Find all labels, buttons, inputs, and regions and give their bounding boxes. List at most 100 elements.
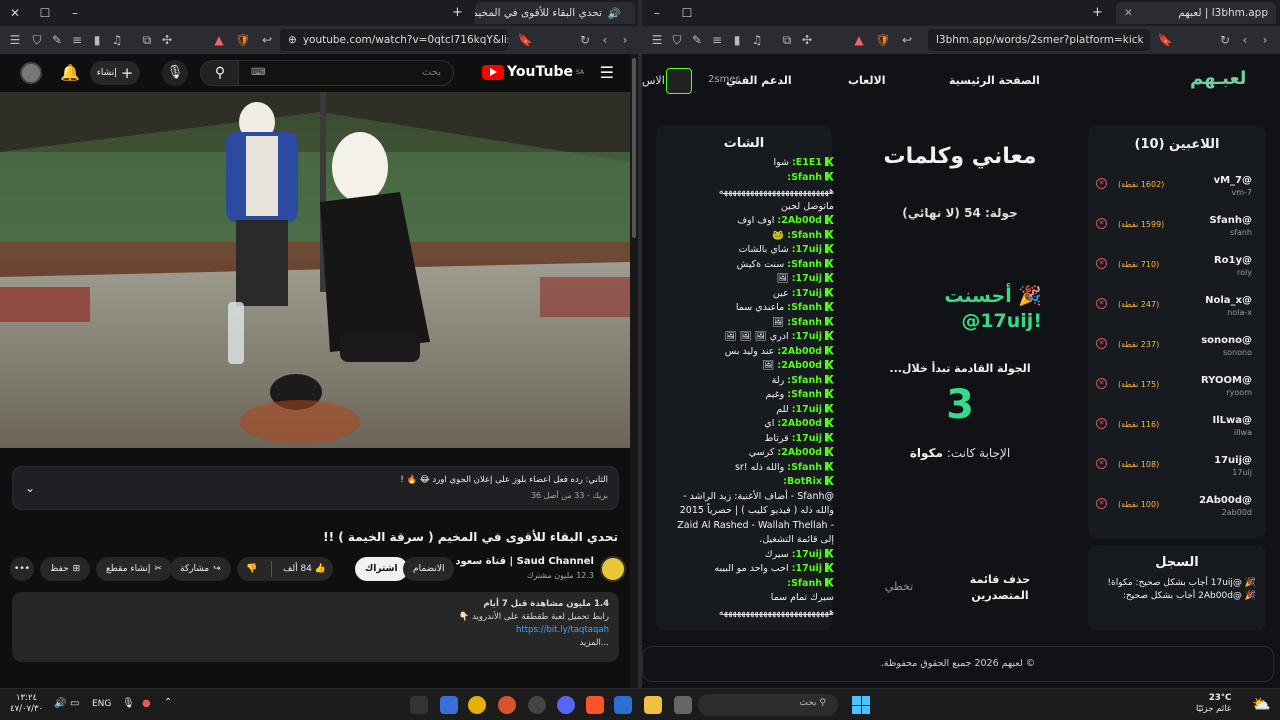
music-icon[interactable]: ♫ [748, 31, 766, 49]
tab-youtube[interactable]: 🔊 تحدي البقاء للأقوى في المخيم ( ✕ [475, 2, 635, 24]
reload-icon[interactable]: ↻ [1216, 31, 1234, 49]
bookmark-list-icon[interactable]: ≡ [708, 31, 726, 49]
microphone-icon[interactable]: 🎙 [122, 698, 135, 709]
epic-games-icon[interactable] [410, 696, 428, 714]
like-button[interactable]: 👍 84 ألف [276, 564, 333, 574]
extension-icon[interactable]: ✎ [688, 31, 706, 49]
nav-more[interactable]: الاس [642, 74, 665, 87]
remove-player-icon[interactable]: ✕ [1096, 498, 1107, 509]
minimize-icon[interactable]: – [60, 6, 90, 20]
search-button[interactable]: ⚲ [200, 60, 240, 86]
close-window-icon[interactable]: ✕ [0, 6, 30, 20]
music-icon[interactable]: ♫ [108, 31, 126, 49]
brave-rewards-icon[interactable]: ▲ [210, 31, 228, 49]
search-input[interactable]: ⌨ بحث [238, 60, 454, 86]
remove-player-icon[interactable]: ✕ [1096, 418, 1107, 429]
reload-icon[interactable]: ↻ [576, 31, 594, 49]
new-tab-icon[interactable]: + [452, 5, 463, 20]
maximize-icon[interactable]: ☐ [30, 6, 60, 20]
taskview-icon[interactable] [674, 696, 692, 714]
remove-player-icon[interactable]: ✕ [1096, 378, 1107, 389]
remove-player-icon[interactable]: ✕ [1096, 298, 1107, 309]
chat-username[interactable]: Sfanh: [787, 259, 822, 270]
store-icon[interactable] [614, 696, 632, 714]
chat-username[interactable]: 17uij: [792, 549, 822, 560]
channel-avatar[interactable] [600, 556, 626, 582]
pinned-comment-banner[interactable]: ⌄ الثاني: رده فعل اعضاء بلوز على إعلان ا… [12, 466, 619, 510]
description-link[interactable]: https://bit.ly/taqtaqah [22, 624, 609, 637]
page-scrollbar[interactable] [630, 54, 638, 688]
chat-username[interactable]: Sfanh: [787, 375, 822, 386]
chat-username[interactable]: 17uij: [792, 563, 822, 574]
address-bar[interactable]: ⊕ youtube.com/watch?v=0qtcl716kqY&list=.… [280, 29, 508, 51]
chat-username[interactable]: Sfanh: [787, 389, 822, 400]
chat-username[interactable]: 2Ab00d: [777, 346, 822, 357]
sidebar-icon[interactable]: ▮ [728, 31, 746, 49]
chat-username[interactable]: 17uij: [792, 273, 822, 284]
language-indicator[interactable]: ENG [92, 699, 111, 709]
file-explorer-icon[interactable] [644, 696, 662, 714]
avatar[interactable] [20, 62, 42, 84]
weather-widget[interactable]: 23°C غائم جزئيًا [1196, 693, 1231, 715]
volume-icon[interactable]: 🔊 [54, 698, 66, 709]
chat-username[interactable]: 17uij: [792, 404, 822, 415]
chat-username[interactable]: Sfanh: [787, 578, 822, 589]
notifications-bell-icon[interactable]: 🔔 [60, 63, 80, 82]
recording-icon[interactable]: ● [142, 698, 151, 709]
brave-shield-icon[interactable]: 🛡 [874, 31, 892, 49]
brave-rewards-icon[interactable]: ▲ [850, 31, 868, 49]
share-button[interactable]: ↪ مشاركة [170, 557, 231, 581]
taskbar-search[interactable]: ⚲ بحث [698, 694, 838, 716]
save-button[interactable]: ⊞ حفظ [40, 557, 91, 581]
site-logo[interactable]: لعبـهم [1190, 68, 1246, 89]
dislike-button[interactable]: 👎 [237, 564, 267, 574]
chat-username[interactable]: 17uij: [792, 331, 822, 342]
chevron-up-icon[interactable]: ⌃ [164, 697, 172, 708]
nav-support[interactable]: الدعم الفني [726, 74, 792, 87]
shield-app-icon[interactable] [440, 696, 458, 714]
nav-games[interactable]: الالعاب [848, 74, 886, 87]
microphone-icon[interactable]: 🎙 [162, 60, 188, 86]
skip-button[interactable]: تخطي [876, 580, 922, 593]
discord-icon[interactable] [557, 696, 575, 714]
chat-username[interactable]: Sfanh: [787, 172, 822, 183]
hamburger-menu-icon[interactable]: ☰ [600, 63, 614, 82]
more-actions-button[interactable]: ••• [10, 557, 34, 581]
channel-name[interactable]: Saud Channel | قناة سعود [455, 556, 594, 567]
windows-start-icon[interactable] [852, 696, 870, 714]
app-icon[interactable] [498, 696, 516, 714]
remove-player-icon[interactable]: ✕ [1096, 258, 1107, 269]
share-link-icon[interactable]: ↩ [898, 31, 916, 49]
new-tab-icon[interactable]: + [1092, 5, 1103, 20]
shield-icon[interactable]: ⛉ [668, 31, 686, 49]
sidebar-icon[interactable]: ▮ [88, 31, 106, 49]
forward-icon[interactable]: › [616, 31, 634, 49]
chevron-down-icon[interactable]: ⌄ [25, 481, 35, 495]
join-button[interactable]: الانضمام [403, 557, 455, 581]
remove-player-icon[interactable]: ✕ [1096, 178, 1107, 189]
chat-username[interactable]: Sfanh: [787, 462, 822, 473]
chrome-icon[interactable] [468, 696, 486, 714]
chat-username[interactable]: BotRix: [783, 476, 822, 487]
brave-shield-icon[interactable]: 🛡 [234, 31, 252, 49]
tab-l3bhm[interactable]: l3bhm.app | لعبهم ✕ [1116, 2, 1276, 24]
bookmark-icon[interactable]: 🔖 [516, 31, 534, 49]
menu-icon[interactable]: ☰ [648, 31, 666, 49]
share-link-icon[interactable]: ↩ [258, 31, 276, 49]
extension-icon[interactable]: ✎ [48, 31, 66, 49]
maximize-icon[interactable]: ☐ [672, 6, 702, 20]
video-player[interactable] [0, 92, 630, 448]
chat-username[interactable]: Sfanh: [787, 317, 822, 328]
user-avatar[interactable] [666, 68, 692, 94]
chat-username[interactable]: 2Ab00d: [777, 418, 822, 429]
create-button[interactable]: + إنشاء [90, 61, 140, 85]
nav-home[interactable]: الصفحة الرئيسية [949, 74, 1040, 87]
menu-icon[interactable]: ☰ [6, 31, 24, 49]
chat-username[interactable]: 2Ab00d: [777, 360, 822, 371]
chat-username[interactable]: E1E1: [792, 157, 822, 168]
puzzle-icon[interactable]: ✣ [158, 31, 176, 49]
remove-player-icon[interactable]: ✕ [1096, 218, 1107, 229]
brave-icon[interactable] [586, 696, 604, 714]
delete-leaderboard-button[interactable]: حذف قائمة المتصدرين [952, 572, 1048, 604]
video-description[interactable]: 1.4 مليون مشاهدة قبل 7 أيام رابط تحميل ل… [12, 592, 619, 662]
